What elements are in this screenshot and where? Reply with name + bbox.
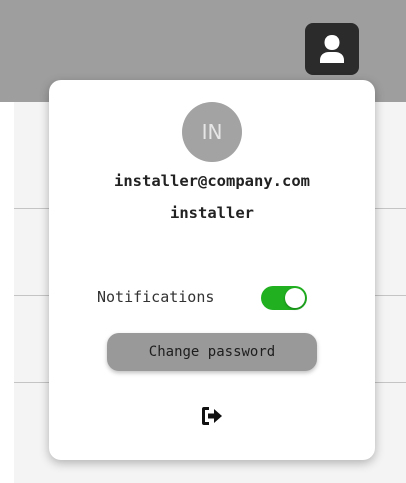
logout-button[interactable] bbox=[197, 403, 227, 429]
app-screen: IN installer@company.com installer Notif… bbox=[0, 0, 406, 483]
notifications-toggle[interactable] bbox=[261, 286, 307, 310]
account-menu: IN installer@company.com installer Notif… bbox=[49, 80, 375, 460]
toggle-knob bbox=[285, 288, 305, 308]
user-name: installer bbox=[170, 204, 254, 222]
change-password-button[interactable]: Change password bbox=[107, 333, 317, 371]
user-email: installer@company.com bbox=[114, 172, 310, 190]
user-icon bbox=[320, 35, 344, 63]
logout-icon bbox=[202, 407, 222, 425]
notifications-label: Notifications bbox=[97, 288, 215, 306]
account-button[interactable] bbox=[305, 23, 359, 75]
avatar: IN bbox=[182, 102, 242, 162]
